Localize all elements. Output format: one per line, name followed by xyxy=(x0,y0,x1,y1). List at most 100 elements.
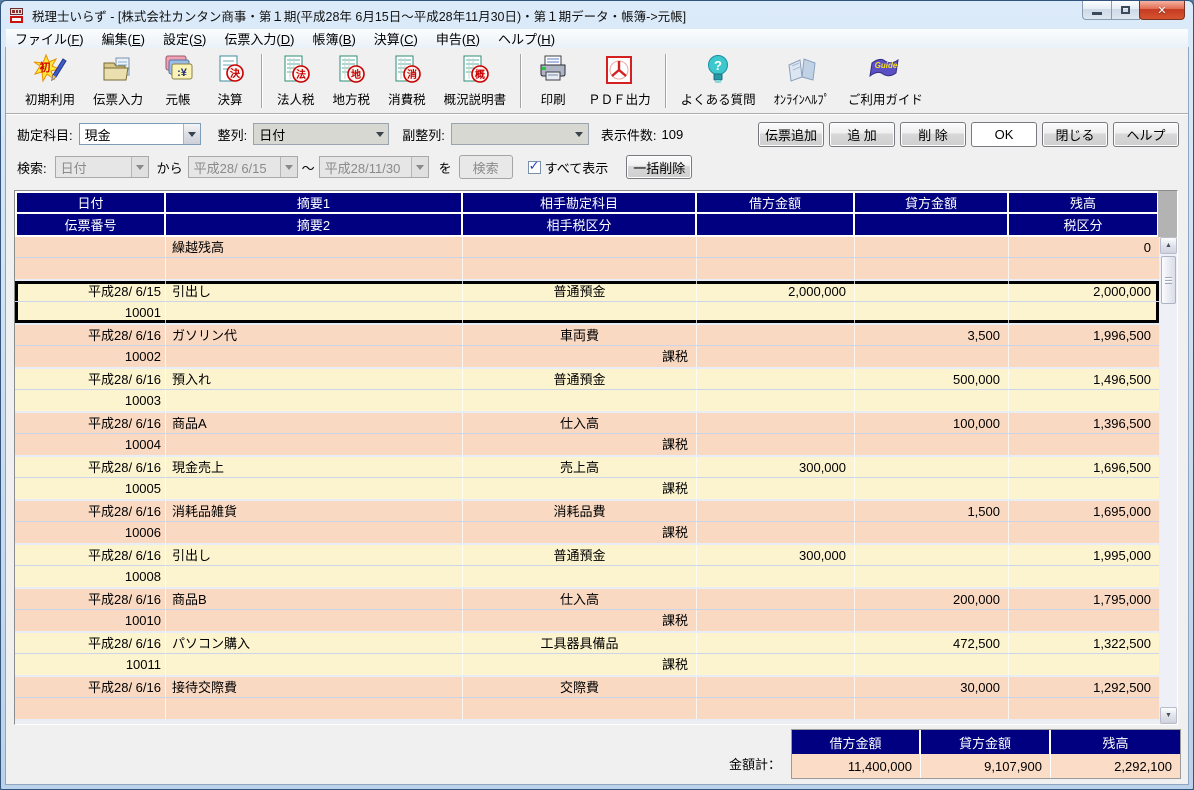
header-row-1: 日付 摘要1 相手勘定科目 借方金額 貸方金額 残高 xyxy=(15,191,1159,214)
app-window: 税理士いらず - [株式会社カンタン商事・第１期(平成28年 6月15日～平成2… xyxy=(0,0,1194,790)
cell-tax-class: 課税 xyxy=(463,522,697,543)
toolbar-button-voucher-input[interactable]: 伝票入力 xyxy=(84,51,152,111)
menu-item-伝票入力[interactable]: 伝票入力(D) xyxy=(215,28,303,49)
cell-desc1: 引出し xyxy=(166,281,463,301)
toolbar-button-init[interactable]: 初 初期利用 xyxy=(16,51,84,111)
cell-balance: 2,000,000 xyxy=(1093,284,1151,299)
menu-item-決算[interactable]: 決算(C) xyxy=(365,28,427,49)
toolbar-button-label: 伝票入力 xyxy=(93,93,144,107)
toolbar-button-faq[interactable]: ? よくある質問 xyxy=(672,51,765,111)
cell-tax-division xyxy=(1009,390,1159,411)
ledger-entry[interactable]: 平成28/ 6/16 接待交際費 交際費 30,000 1,292,500 xyxy=(15,677,1159,721)
subsort-select[interactable] xyxy=(450,123,589,145)
maximize-button[interactable] xyxy=(1111,1,1140,20)
toolbar-button-ledger[interactable]: :¥ 元帳 xyxy=(152,51,204,111)
cell-desc2 xyxy=(166,390,463,411)
cell-debit xyxy=(697,677,855,697)
ledger-entry[interactable]: 平成28/ 6/15 引出し 普通預金 2,000,000 2,000,000 10001 xyxy=(15,281,1159,325)
cell-voucher-number: 10005 xyxy=(15,478,166,499)
cell-account: 普通預金 xyxy=(463,369,697,389)
cell-voucher-number: 10008 xyxy=(15,566,166,587)
cell-tax-class: 課税 xyxy=(463,610,697,631)
menu-item-編集[interactable]: 編集(E) xyxy=(93,28,154,49)
cell-desc2 xyxy=(166,610,463,631)
show-all-checkbox[interactable] xyxy=(527,158,541,174)
ledger-entry[interactable]: 平成28/ 6/16 ガソリン代 車両費 3,500 1,996,500 10002 課税 xyxy=(15,325,1159,369)
close-button[interactable]: 閉じる xyxy=(1042,121,1108,147)
scrollbar-thumb[interactable] xyxy=(1161,256,1176,304)
cell-tax-class xyxy=(463,698,697,719)
add-button[interactable]: 追 加 xyxy=(829,121,895,147)
cell-empty xyxy=(697,390,855,411)
header-cell-貸方金額: 貸方金額 xyxy=(855,191,1009,214)
window-title: 税理士いらず - [株式会社カンタン商事・第１期(平成28年 6月15日～平成2… xyxy=(32,9,687,24)
toolbar-button-online-help[interactable]: ｵﾝﾗｲﾝﾍﾙﾌﾟ xyxy=(765,51,839,111)
cell-debit: 300,000 xyxy=(697,457,855,477)
menu-item-帳簿[interactable]: 帳簿(B) xyxy=(303,28,364,49)
menu-item-設定[interactable]: 設定(S) xyxy=(154,28,215,49)
toolbar-button-corporate-tax[interactable]: 法法人税 xyxy=(268,51,324,111)
sort-select[interactable]: 日付 xyxy=(253,123,390,145)
ledger-entry[interactable]: 平成28/ 6/16 商品A 仕入高 100,000 1,396,500 10004 課税 xyxy=(15,413,1159,457)
cell-date: 平成28/ 6/16 xyxy=(15,369,166,389)
totals-header-残高: 残高 xyxy=(1051,730,1180,754)
ledger-entry[interactable]: 平成28/ 6/16 消耗品雑貨 消耗品費 1,500 1,695,000 10006 課税 xyxy=(15,501,1159,545)
scrollbar-up-button[interactable]: ▲ xyxy=(1160,237,1177,254)
online-help-icon xyxy=(785,53,819,87)
toolbar-button-print[interactable]: 印刷 xyxy=(527,51,579,111)
title-bar[interactable]: 税理士いらず - [株式会社カンタン商事・第１期(平成28年 6月15日～平成2… xyxy=(1,1,1193,29)
entry-line-1: 平成28/ 6/16 商品B 仕入高 200,000 1,795,000 xyxy=(15,589,1159,610)
header-corner xyxy=(1158,191,1177,237)
toolbar-button-user-guide[interactable]: Guide ご利用ガイド xyxy=(839,51,932,111)
ledger-entry[interactable]: 平成28/ 6/16 現金売上 売上高 300,000 1,696,500 10005 課税 xyxy=(15,457,1159,501)
totals-value-row: 11,400,000 9,107,900 2,292,100 xyxy=(792,754,1180,778)
toolbar-button-settlement[interactable]: 決決算 xyxy=(204,51,256,111)
cell-balance: 1,696,500 xyxy=(1093,460,1151,475)
cell-account: 仕入高 xyxy=(463,589,697,609)
header-cell-伝票番号: 伝票番号 xyxy=(15,214,166,237)
ledger-entry[interactable]: 平成28/ 6/16 引出し 普通預金 300,000 1,995,000 10008 xyxy=(15,545,1159,589)
scrollbar-down-button[interactable]: ▼ xyxy=(1160,707,1177,724)
vertical-scrollbar[interactable]: ▲ ▼ xyxy=(1160,237,1177,724)
help-button[interactable]: ヘルプ xyxy=(1113,121,1179,147)
svg-text:法: 法 xyxy=(296,68,306,81)
cell-empty xyxy=(855,610,1009,631)
ledger-entry[interactable]: 平成28/ 6/16 預入れ 普通預金 500,000 1,496,500 10003 xyxy=(15,369,1159,413)
account-select[interactable]: 現金 xyxy=(78,123,201,145)
bulk-delete-button[interactable]: 一括削除 xyxy=(626,155,693,179)
menu-item-ファイル[interactable]: ファイル(F) xyxy=(6,28,93,49)
cell-debit xyxy=(697,237,855,257)
search-button[interactable]: 検索 xyxy=(458,155,513,179)
close-window-button[interactable]: ✕ xyxy=(1139,1,1185,20)
cell-credit xyxy=(855,457,1009,477)
account-label: 勘定科目: xyxy=(17,127,73,143)
from-label: から xyxy=(156,160,183,176)
cell-desc1: 預入れ xyxy=(166,369,463,389)
toolbar-button-pdf-export[interactable]: ＰＤＦ出力 xyxy=(579,51,660,111)
toolbar-button-overview-report[interactable]: 概概況説明書 xyxy=(435,51,516,111)
ledger-entry[interactable]: 平成28/ 6/16 パソコン購入 工具器具備品 472,500 1,322,500 10… xyxy=(15,633,1159,677)
cell-tax-class: 課税 xyxy=(463,434,697,455)
minimize-button[interactable] xyxy=(1082,1,1112,20)
cell-tax-class: 課税 xyxy=(463,654,697,675)
toolbar-button-local-tax[interactable]: 地地方税 xyxy=(324,51,380,111)
svg-text:概: 概 xyxy=(475,68,485,81)
chevron-down-icon xyxy=(570,124,588,144)
delete-button[interactable]: 削 除 xyxy=(900,121,966,147)
menu-item-申告[interactable]: 申告(R) xyxy=(427,28,489,49)
ok-button[interactable]: OK xyxy=(971,121,1037,147)
cell-empty xyxy=(697,654,855,675)
cell-account: 交際費 xyxy=(463,677,697,697)
add-voucher-button[interactable]: 伝票追加 xyxy=(758,121,824,147)
search-bar: 検索: 日付 から 平成28/ 6/15 ～ 平成28/11/30 を 検索 す… xyxy=(17,154,1179,180)
header-cell-借方金額: 借方金額 xyxy=(697,191,855,214)
ledger-entry[interactable]: 平成28/ 6/16 商品B 仕入高 200,000 1,795,000 10010 課税 xyxy=(15,589,1159,633)
cell-desc1: 商品B xyxy=(166,589,463,609)
ledger-entry[interactable]: 繰越残高 0 xyxy=(15,237,1159,281)
cell-account: 工具器具備品 xyxy=(463,633,697,653)
menu-item-ヘルプ[interactable]: ヘルプ(H) xyxy=(489,28,564,49)
entry-line-1: 平成28/ 6/16 商品A 仕入高 100,000 1,396,500 xyxy=(15,413,1159,434)
cell-date: 平成28/ 6/16 xyxy=(15,633,166,653)
toolbar-button-consumption-tax[interactable]: 消消費税 xyxy=(379,51,435,111)
cell-balance: 1,496,500 xyxy=(1093,372,1151,387)
